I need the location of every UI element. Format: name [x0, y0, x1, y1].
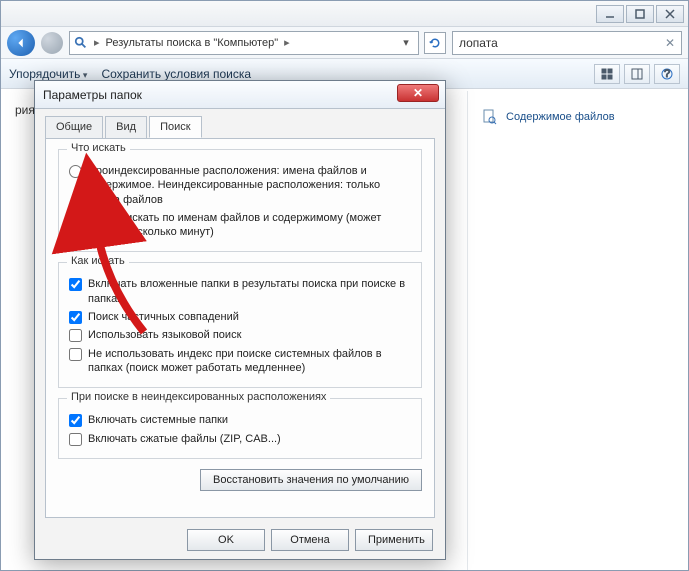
check-no-index[interactable]: Не использовать индекс при поиске систем…: [69, 347, 411, 376]
window-close-button[interactable]: [656, 5, 684, 23]
check-no-index-label: Не использовать индекс при поиске систем…: [88, 347, 411, 376]
refresh-button[interactable]: [424, 32, 446, 54]
restore-defaults-row: Восстановить значения по умолчанию: [58, 469, 422, 491]
search-location-icon: [74, 36, 88, 50]
check-no-index-input[interactable]: [69, 348, 82, 361]
tab-general[interactable]: Общие: [45, 116, 103, 138]
nav-back-button[interactable]: [7, 30, 35, 56]
window-titlebar: [1, 1, 688, 27]
check-compressed-label: Включать сжатые файлы (ZIP, CAB...): [88, 432, 281, 446]
view-options: ?: [594, 64, 680, 84]
document-search-icon: [482, 109, 498, 125]
tab-search[interactable]: Поиск: [149, 116, 201, 138]
breadcrumb-text: Результаты поиска в "Компьютер": [106, 37, 279, 49]
dialog-title: Параметры папок: [43, 88, 142, 102]
organize-menu[interactable]: Упорядочить: [9, 67, 87, 81]
breadcrumb[interactable]: ▸ Результаты поиска в "Компьютер" ▸ ▾: [69, 31, 419, 55]
group-legend: Как искать: [67, 255, 129, 267]
check-partial[interactable]: Поиск частичных совпадений: [69, 310, 411, 324]
check-natural-language-input[interactable]: [69, 329, 82, 342]
check-natural-language-label: Использовать языковой поиск: [88, 328, 241, 342]
check-system-folders-input[interactable]: [69, 414, 82, 427]
breadcrumb-dropdown-icon[interactable]: ▾: [398, 36, 414, 49]
nav-forward-button[interactable]: [41, 32, 63, 54]
save-search-button[interactable]: Сохранить условия поиска: [101, 67, 251, 81]
breadcrumb-sep-icon: ▸: [91, 36, 103, 49]
tab-view[interactable]: Вид: [105, 116, 147, 138]
group-nonindexed: При поиске в неиндексированных расположе…: [58, 398, 422, 459]
check-subfolders-label: Включать вложенные папки в результаты по…: [88, 277, 411, 306]
maximize-button[interactable]: [626, 5, 654, 23]
restore-defaults-button[interactable]: Восстановить значения по умолчанию: [200, 469, 422, 491]
tab-panel-search: Что искать Проиндексированные расположен…: [45, 138, 435, 518]
folder-options-dialog: Параметры папок ✕ Общие Вид Поиск Что ис…: [34, 80, 446, 560]
radio-always[interactable]: Всегда искать по именам файлов и содержи…: [69, 211, 411, 240]
radio-always-label: Всегда искать по именам файлов и содержи…: [88, 211, 411, 240]
dialog-footer: OK Отмена Применить: [187, 529, 433, 551]
view-mode-button[interactable]: [594, 64, 620, 84]
tab-strip: Общие Вид Поиск: [45, 116, 435, 139]
svg-text:?: ?: [664, 68, 670, 80]
check-partial-input[interactable]: [69, 311, 82, 324]
radio-indexed-label: Проиндексированные расположения: имена ф…: [88, 164, 411, 207]
radio-indexed[interactable]: Проиндексированные расположения: имена ф…: [69, 164, 411, 207]
preview-pane-button[interactable]: [624, 64, 650, 84]
dialog-close-button[interactable]: ✕: [397, 84, 439, 102]
group-legend: Что искать: [67, 142, 130, 154]
dialog-titlebar[interactable]: Параметры папок ✕: [35, 81, 445, 109]
group-how-to-search: Как искать Включать вложенные папки в ре…: [58, 262, 422, 388]
address-bar: ▸ Результаты поиска в "Компьютер" ▸ ▾ ✕: [1, 27, 688, 59]
cancel-button[interactable]: Отмена: [271, 529, 349, 551]
group-what-to-search: Что искать Проиндексированные расположен…: [58, 149, 422, 252]
dialog-body: Общие Вид Поиск Что искать Проиндексиров…: [35, 109, 445, 528]
search-refine-panel: Содержимое файлов: [468, 91, 688, 570]
search-content-link[interactable]: Содержимое файлов: [482, 109, 674, 125]
help-button[interactable]: ?: [654, 64, 680, 84]
group-legend: При поиске в неиндексированных расположе…: [67, 391, 330, 403]
clear-search-icon[interactable]: ✕: [665, 36, 675, 50]
check-system-folders[interactable]: Включать системные папки: [69, 413, 411, 427]
check-system-folders-label: Включать системные папки: [88, 413, 228, 427]
check-natural-language[interactable]: Использовать языковой поиск: [69, 328, 411, 342]
check-compressed[interactable]: Включать сжатые файлы (ZIP, CAB...): [69, 432, 411, 446]
search-input[interactable]: [459, 36, 659, 50]
search-box[interactable]: ✕: [452, 31, 682, 55]
check-subfolders-input[interactable]: [69, 278, 82, 291]
check-subfolders[interactable]: Включать вложенные папки в результаты по…: [69, 277, 411, 306]
apply-button[interactable]: Применить: [355, 529, 433, 551]
search-content-label: Содержимое файлов: [506, 111, 615, 123]
minimize-button[interactable]: [596, 5, 624, 23]
radio-always-input[interactable]: [69, 212, 82, 225]
ok-button[interactable]: OK: [187, 529, 265, 551]
check-partial-label: Поиск частичных совпадений: [88, 310, 239, 324]
check-compressed-input[interactable]: [69, 433, 82, 446]
breadcrumb-sep-icon: ▸: [281, 36, 293, 49]
radio-indexed-input[interactable]: [69, 165, 82, 178]
